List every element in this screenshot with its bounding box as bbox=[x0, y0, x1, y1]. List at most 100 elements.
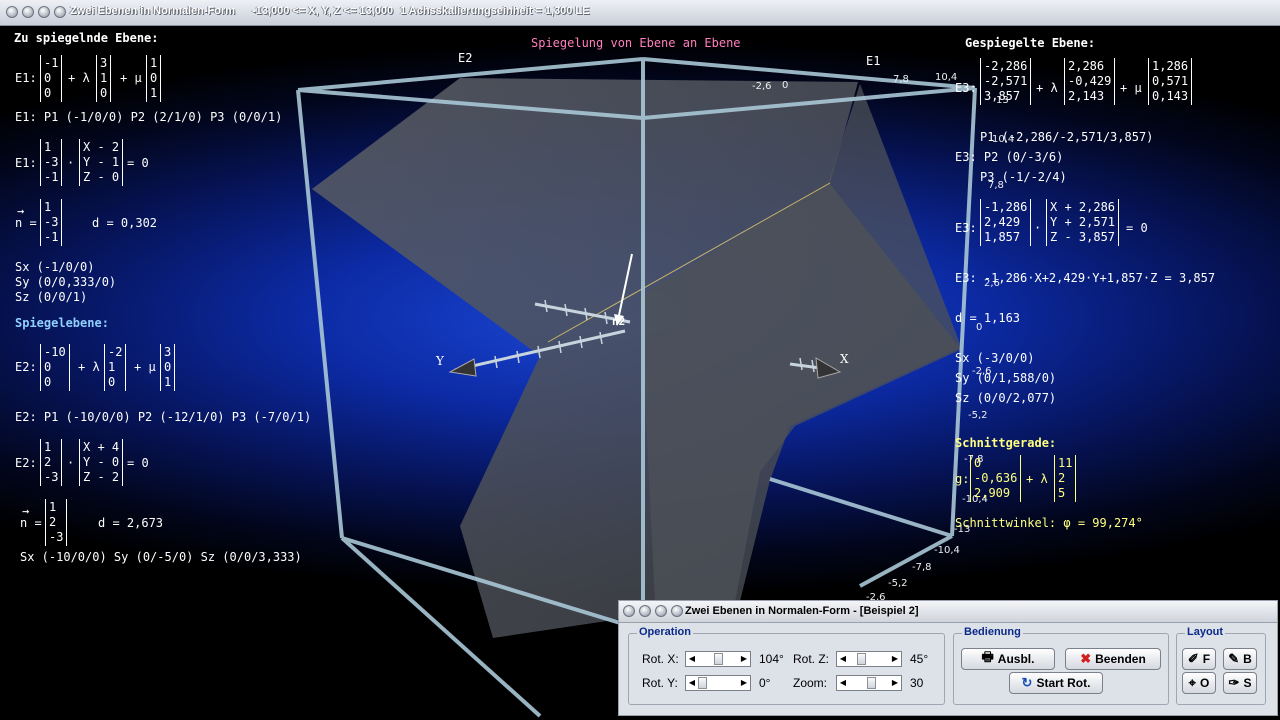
e3-sx: Sx (-3/0/0) bbox=[955, 351, 1035, 365]
g-support-vector: 0 -0,636 2,909 bbox=[970, 455, 1022, 502]
g-lhs: g: bbox=[955, 472, 970, 486]
dialog-pin-icon[interactable] bbox=[639, 605, 651, 617]
e1-sy: Sy (0/0,333/0) bbox=[15, 275, 117, 289]
dialog-close-icon[interactable] bbox=[655, 605, 667, 617]
zoom-label: Zoom: bbox=[793, 676, 828, 690]
rot-x-label: Rot. X: bbox=[642, 652, 679, 666]
start-rotation-button[interactable]: ↻ Start Rot. bbox=[1009, 672, 1103, 694]
axis-y-label: Y bbox=[436, 354, 444, 368]
e3-vector-2: 1,286 0,571 0,143 bbox=[1148, 58, 1193, 105]
tick: -2,6 bbox=[752, 81, 772, 92]
e3-normal-lhs: E3: bbox=[955, 221, 977, 235]
op-mu: + μ bbox=[120, 71, 142, 85]
tick: -5,2 bbox=[968, 410, 988, 421]
rot-z-slider[interactable]: ◀ ▶ bbox=[836, 651, 902, 667]
layout-b-button[interactable]: ✎ B bbox=[1223, 648, 1257, 670]
e3-point-vector: X + 2,286 Y + 2,571 Z - 3,857 bbox=[1046, 199, 1120, 246]
e1-param-lhs: E1: bbox=[15, 71, 37, 85]
e3-coordinate-form: E3: -1,286·X+2,429·Y+1,857·Z = 3,857 bbox=[955, 271, 1216, 285]
op-lambda: + λ bbox=[78, 360, 100, 374]
rotate-icon: ↻ bbox=[1021, 675, 1033, 690]
e1-vector-0: -1 0 0 bbox=[40, 55, 63, 102]
tick: -5,2 bbox=[888, 578, 908, 589]
intersection-angle: Schnittwinkel: φ = 99,274° bbox=[955, 516, 1143, 530]
rot-y-slider[interactable]: ◀ ▶ bbox=[685, 675, 751, 691]
dot-op: · bbox=[1034, 221, 1042, 235]
crosshair-icon: ⌖ bbox=[1188, 675, 1196, 690]
e1-normal-vector: 1 -3 -1 bbox=[40, 139, 63, 186]
layout-s-label: S bbox=[1243, 676, 1252, 690]
zoom-value: 30 bbox=[910, 676, 924, 690]
layout-s-button[interactable]: ✑ S bbox=[1223, 672, 1257, 694]
window-pin-icon[interactable] bbox=[22, 6, 34, 18]
eraser-icon: ✑ bbox=[1228, 675, 1240, 690]
window-close-icon[interactable] bbox=[54, 6, 66, 18]
e2-vector-0: -10 0 0 bbox=[40, 344, 70, 391]
e2-normal-vector: 1 2 -3 bbox=[40, 439, 63, 486]
n1-vector: 1 -3 -1 bbox=[40, 199, 63, 246]
op-lambda: + λ bbox=[1026, 472, 1048, 486]
layout-f-button[interactable]: ✐ F bbox=[1182, 648, 1216, 670]
window-menu-icon[interactable] bbox=[6, 6, 18, 18]
quit-button[interactable]: ✖ Beenden bbox=[1065, 648, 1161, 670]
scroll-left-icon: ◀ bbox=[688, 678, 696, 687]
e1-vector-2: 101 bbox=[146, 55, 162, 102]
hide-button[interactable]: 🖶 Ausbl. bbox=[961, 648, 1055, 670]
scene-title: Spiegelung von Ebene an Ebene bbox=[531, 36, 741, 50]
heading-mirror-plane: Spiegelebene: bbox=[15, 316, 109, 330]
rot-z-value: 45° bbox=[910, 652, 929, 666]
label-e1: E1 bbox=[866, 54, 881, 68]
printer-icon: 🖶 bbox=[981, 649, 994, 664]
g-direction-vector: 11 2 5 bbox=[1054, 455, 1077, 502]
e1-vector-1: 310 bbox=[96, 55, 112, 102]
e3-vector-1: 2,286 -0,429 2,143 bbox=[1064, 58, 1116, 105]
e2-axis-intersections: Sx (-10/0/0) Sy (0/-5/0) Sz (0/0/3,333) bbox=[20, 550, 302, 564]
e1-sz: Sz (0/0/1) bbox=[15, 290, 88, 304]
rot-y-label: Rot. Y: bbox=[642, 676, 678, 690]
rot-y-value: 0° bbox=[759, 676, 771, 690]
normal-n2-label: n2 bbox=[612, 315, 626, 328]
n2-vector: 1 2 -3 bbox=[45, 499, 68, 546]
layout-o-label: O bbox=[1199, 676, 1210, 690]
label-e2: E2 bbox=[458, 51, 473, 65]
scroll-left-icon: ◀ bbox=[839, 678, 847, 687]
window-restore-icon[interactable] bbox=[38, 6, 50, 18]
e2-point-vector: X + 4Y - 0Z - 2 bbox=[79, 439, 124, 486]
y-axis-arrow-icon bbox=[448, 358, 477, 377]
rot-x-slider[interactable]: ◀ ▶ bbox=[685, 651, 751, 667]
scroll-right-icon: ▶ bbox=[740, 678, 748, 687]
e2-vector-1: -2 1 0 bbox=[104, 344, 127, 391]
window-scale: 1 Achsskalierungseinheit = 1,300 LE bbox=[400, 5, 590, 17]
title-bar: Zwei Ebenen in Normalen-Form -13,000 <= … bbox=[0, 0, 1280, 26]
layout-o-button[interactable]: ⌖ O bbox=[1182, 672, 1216, 694]
e1-sx: Sx (-1/0/0) bbox=[15, 260, 95, 274]
heading-mirrored-plane: Gespiegelte Ebene: bbox=[965, 36, 1096, 50]
zoom-slider[interactable]: ◀ ▶ bbox=[836, 675, 902, 691]
dialog-title-bar[interactable]: Zwei Ebenen in Normalen-Form - [Beispiel… bbox=[619, 601, 1277, 623]
e2-distance: d = 2,673 bbox=[98, 516, 164, 530]
dialog-restore-icon[interactable] bbox=[671, 605, 683, 617]
n1-lhs: n = bbox=[15, 216, 37, 230]
scroll-right-icon: ▶ bbox=[891, 678, 899, 687]
e1-point-vector: X - 2Y - 1Z - 0 bbox=[79, 139, 124, 186]
slider-thumb bbox=[714, 653, 723, 665]
e3-distance: d = 1,163 bbox=[955, 311, 1021, 325]
window-range: -13,000 <= X, Y, Z <= 13,000 bbox=[252, 5, 394, 17]
op-lambda: + λ bbox=[1036, 81, 1058, 95]
e1-points: E1: P1 (-1/0/0) P2 (2/1/0) P3 (0/0/1) bbox=[15, 110, 283, 124]
dot-op: · bbox=[67, 456, 75, 470]
scroll-left-icon: ◀ bbox=[688, 654, 696, 663]
equals-zero: = 0 bbox=[1126, 221, 1148, 235]
e2-normal-lhs: E2: bbox=[15, 456, 37, 470]
start-rotation-label: Start Rot. bbox=[1036, 676, 1091, 690]
rot-x-value: 104° bbox=[759, 652, 784, 666]
quit-button-label: Beenden bbox=[1095, 652, 1146, 666]
equals-zero: = 0 bbox=[127, 456, 149, 470]
bedienung-group-title: Bedienung bbox=[962, 626, 1023, 638]
dialog-menu-icon[interactable] bbox=[623, 605, 635, 617]
e3-sz: Sz (0/0/2,077) bbox=[955, 391, 1057, 405]
e2-vector-2: 301 bbox=[160, 344, 176, 391]
e1-normal-lhs: E1: bbox=[15, 156, 37, 170]
tick: -10,4 bbox=[934, 545, 960, 556]
operation-group: Operation bbox=[628, 626, 945, 705]
